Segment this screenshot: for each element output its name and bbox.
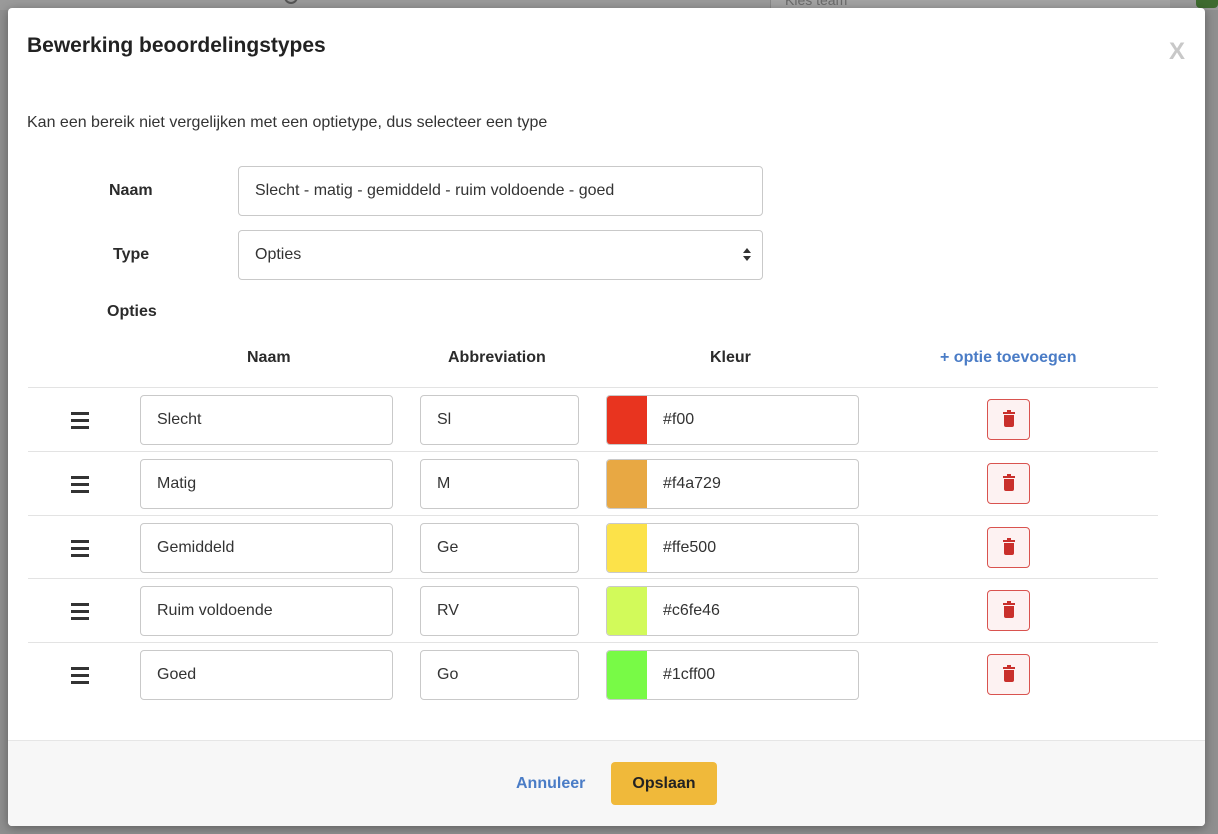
delete-option-button[interactable] (987, 654, 1030, 695)
delete-option-button[interactable] (987, 399, 1030, 440)
option-color-input[interactable]: #c6fe46 (606, 586, 859, 636)
options-label: Opties (107, 303, 157, 320)
option-color-input[interactable]: #f4a729 (606, 459, 859, 509)
column-header-abbreviation: Abbreviation (448, 349, 546, 366)
name-input[interactable]: Slecht - matig - gemiddeld - ruim voldoe… (238, 166, 763, 216)
name-label: Naam (109, 182, 153, 199)
option-color-input[interactable]: #f00 (606, 395, 859, 445)
option-row: Slecht Sl #f00 (28, 387, 1158, 451)
column-header-color: Kleur (710, 349, 751, 366)
trash-icon (1003, 474, 1015, 478)
option-abbreviation-input[interactable]: Sl (420, 395, 579, 445)
option-color-input[interactable]: #ffe500 (606, 523, 859, 573)
trash-icon (1003, 538, 1015, 542)
option-row: Matig M #f4a729 (28, 451, 1158, 515)
option-name-input[interactable]: Ruim voldoende (140, 586, 393, 636)
color-swatch[interactable] (607, 524, 647, 572)
help-icon (1196, 0, 1218, 8)
color-hex-value: #c6fe46 (663, 602, 720, 619)
option-name-input[interactable]: Goed (140, 650, 393, 700)
drag-handle-icon[interactable] (71, 667, 89, 684)
option-color-input[interactable]: #1cff00 (606, 650, 859, 700)
color-swatch[interactable] (607, 587, 647, 635)
team-select: Kies team (770, 0, 1170, 8)
option-abbreviation-input[interactable]: RV (420, 586, 579, 636)
modal-title: Bewerking beoordelingstypes (27, 34, 326, 57)
trash-icon (1003, 665, 1015, 669)
delete-option-button[interactable] (987, 590, 1030, 631)
drag-handle-icon[interactable] (71, 476, 89, 493)
trash-icon (1003, 601, 1015, 605)
type-select-value: Opties (255, 246, 302, 263)
save-button[interactable]: Opslaan (611, 762, 717, 805)
option-name-input[interactable]: Gemiddeld (140, 523, 393, 573)
option-name-input[interactable]: Matig (140, 459, 393, 509)
color-swatch[interactable] (607, 396, 647, 444)
delete-option-button[interactable] (987, 463, 1030, 504)
modal-footer: Annuleer Opslaan (8, 740, 1205, 826)
option-name-input[interactable]: Slecht (140, 395, 393, 445)
color-swatch[interactable] (607, 651, 647, 699)
option-abbreviation-input[interactable]: Ge (420, 523, 579, 573)
color-hex-value: #ffe500 (663, 539, 717, 556)
delete-option-button[interactable] (987, 527, 1030, 568)
drag-handle-icon[interactable] (71, 540, 89, 557)
option-row: Goed Go #1cff00 (28, 642, 1158, 706)
color-hex-value: #f00 (663, 411, 695, 428)
color-hex-value: #f4a729 (663, 475, 721, 492)
edit-assessment-types-modal: Bewerking beoordelingstypes X Kan een be… (8, 8, 1205, 826)
close-icon[interactable]: X (1169, 38, 1185, 66)
type-select[interactable]: Opties (238, 230, 763, 280)
column-header-name: Naam (247, 349, 291, 366)
option-abbreviation-input[interactable]: M (420, 459, 579, 509)
option-abbreviation-input[interactable]: Go (420, 650, 579, 700)
drag-handle-icon[interactable] (71, 412, 89, 429)
trash-icon (1003, 410, 1015, 414)
type-label: Type (113, 246, 150, 263)
color-hex-value: #1cff00 (663, 666, 716, 683)
select-arrows-icon (743, 248, 752, 262)
intro-text: Kan een bereik niet vergelijken met een … (27, 114, 548, 131)
option-row: Gemiddeld Ge #ffe500 (28, 515, 1158, 579)
cancel-button[interactable]: Annuleer (516, 775, 585, 793)
add-option-link[interactable]: + optie toevoegen (940, 349, 1076, 367)
color-swatch[interactable] (607, 460, 647, 508)
drag-handle-icon[interactable] (71, 603, 89, 620)
option-row: Ruim voldoende RV #c6fe46 (28, 578, 1158, 642)
